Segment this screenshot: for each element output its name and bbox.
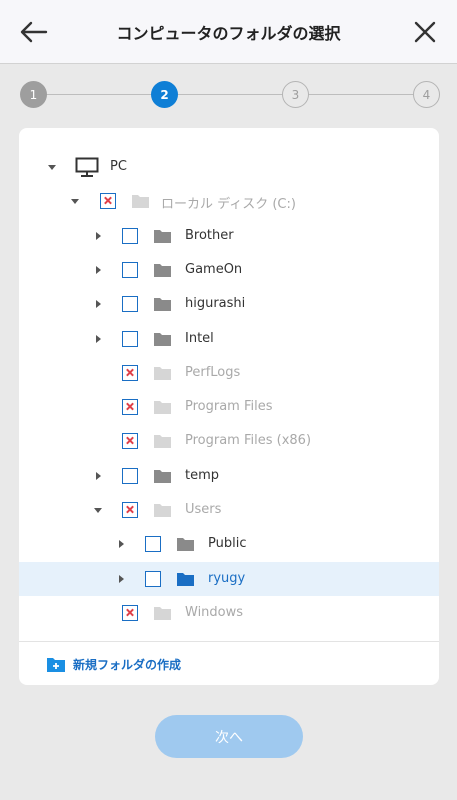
stepper-line xyxy=(33,94,427,95)
tree-checkbox[interactable] xyxy=(145,571,161,587)
expand-caret-icon[interactable] xyxy=(96,472,101,480)
expand-caret-icon[interactable] xyxy=(96,266,101,274)
expand-caret-icon[interactable] xyxy=(96,232,101,240)
new-folder-label: 新規フォルダの作成 xyxy=(73,657,182,672)
divider xyxy=(19,641,439,642)
tree-checkbox[interactable] xyxy=(145,536,161,552)
tree-label: higurashi xyxy=(185,296,246,311)
close-button[interactable] xyxy=(409,16,441,48)
tree-row[interactable]: Public xyxy=(19,527,439,561)
tree-label: ryugy xyxy=(208,571,246,586)
tree-label: ローカル ディスク (C:) xyxy=(161,197,296,212)
expand-caret-icon[interactable] xyxy=(119,540,124,548)
expand-caret-icon[interactable] xyxy=(96,335,101,343)
tree-row[interactable]: Brother xyxy=(19,219,439,253)
tree-row[interactable]: Program Files xyxy=(19,390,439,424)
folder-icon xyxy=(154,607,171,620)
expand-caret-icon[interactable] xyxy=(48,165,56,170)
tree-label: Users xyxy=(185,502,222,517)
tree-checkbox[interactable] xyxy=(122,262,138,278)
tree-checkbox[interactable] xyxy=(122,468,138,484)
tree-row[interactable]: GameOn xyxy=(19,253,439,287)
tree-row[interactable]: Program Files (x86) xyxy=(19,424,439,458)
step-4: 4 xyxy=(413,81,440,108)
folder-tree-panel: PC ローカル ディスク (C:) Brother GameOn higuras… xyxy=(19,128,439,685)
tree-row[interactable]: Users xyxy=(19,493,439,527)
page-title: コンピュータのフォルダの選択 xyxy=(116,24,341,43)
step-1: 1 xyxy=(20,81,47,108)
tree-label: PerfLogs xyxy=(185,365,241,380)
expand-caret-icon[interactable] xyxy=(94,508,102,513)
header-bar: コンピュータのフォルダの選択 xyxy=(0,0,457,64)
expand-caret-icon[interactable] xyxy=(96,300,101,308)
folder-add-icon xyxy=(47,657,65,672)
tree-checkbox[interactable] xyxy=(122,502,138,518)
tree-label: temp xyxy=(185,468,220,483)
tree-checkbox[interactable] xyxy=(122,331,138,347)
tree-label: Public xyxy=(208,536,247,551)
tree-label: Windows xyxy=(185,605,244,620)
new-folder-button[interactable]: 新規フォルダの作成 xyxy=(47,653,181,675)
tree-checkbox[interactable] xyxy=(122,296,138,312)
expand-caret-icon[interactable] xyxy=(119,575,124,583)
folder-icon xyxy=(132,195,149,208)
folder-icon xyxy=(154,264,171,277)
folder-icon xyxy=(154,401,171,414)
tree-checkbox[interactable] xyxy=(122,399,138,415)
folder-icon xyxy=(154,230,171,243)
tree-label: Program Files xyxy=(185,399,273,414)
tree-label: Intel xyxy=(185,331,214,346)
tree-label: Brother xyxy=(185,228,234,243)
close-icon xyxy=(414,21,436,43)
folder-icon xyxy=(154,470,171,483)
tree-row[interactable]: Windows xyxy=(19,596,439,630)
tree-row-selected[interactable]: ryugy xyxy=(19,562,439,596)
tree-label: Program Files (x86) xyxy=(185,433,312,448)
tree-checkbox[interactable] xyxy=(100,193,116,209)
folder-icon xyxy=(154,298,171,311)
tree-checkbox[interactable] xyxy=(122,433,138,449)
expand-caret-icon[interactable] xyxy=(71,199,79,204)
folder-icon xyxy=(154,367,171,380)
stepper: 1 2 3 4 xyxy=(0,64,457,128)
tree-row[interactable]: higurashi xyxy=(19,287,439,321)
tree-checkbox[interactable] xyxy=(122,605,138,621)
tree-row[interactable]: PerfLogs xyxy=(19,356,439,390)
tree-checkbox[interactable] xyxy=(122,228,138,244)
step-2: 2 xyxy=(151,81,178,108)
tree-row[interactable]: Intel xyxy=(19,322,439,356)
tree-row[interactable]: temp xyxy=(19,459,439,493)
folder-icon xyxy=(154,435,171,448)
folder-icon xyxy=(154,504,171,517)
folder-icon xyxy=(177,573,194,586)
folder-icon xyxy=(177,538,194,551)
tree-label: GameOn xyxy=(185,262,243,277)
next-button[interactable]: 次へ xyxy=(155,715,303,758)
tree-row-drive-c[interactable]: ローカル ディスク (C:) xyxy=(19,184,439,218)
monitor-icon xyxy=(75,157,99,177)
tree-label: PC xyxy=(110,159,127,174)
tree-row-pc[interactable]: PC xyxy=(19,150,439,184)
folder-icon xyxy=(154,333,171,346)
tree-checkbox[interactable] xyxy=(122,365,138,381)
step-3: 3 xyxy=(282,81,309,108)
